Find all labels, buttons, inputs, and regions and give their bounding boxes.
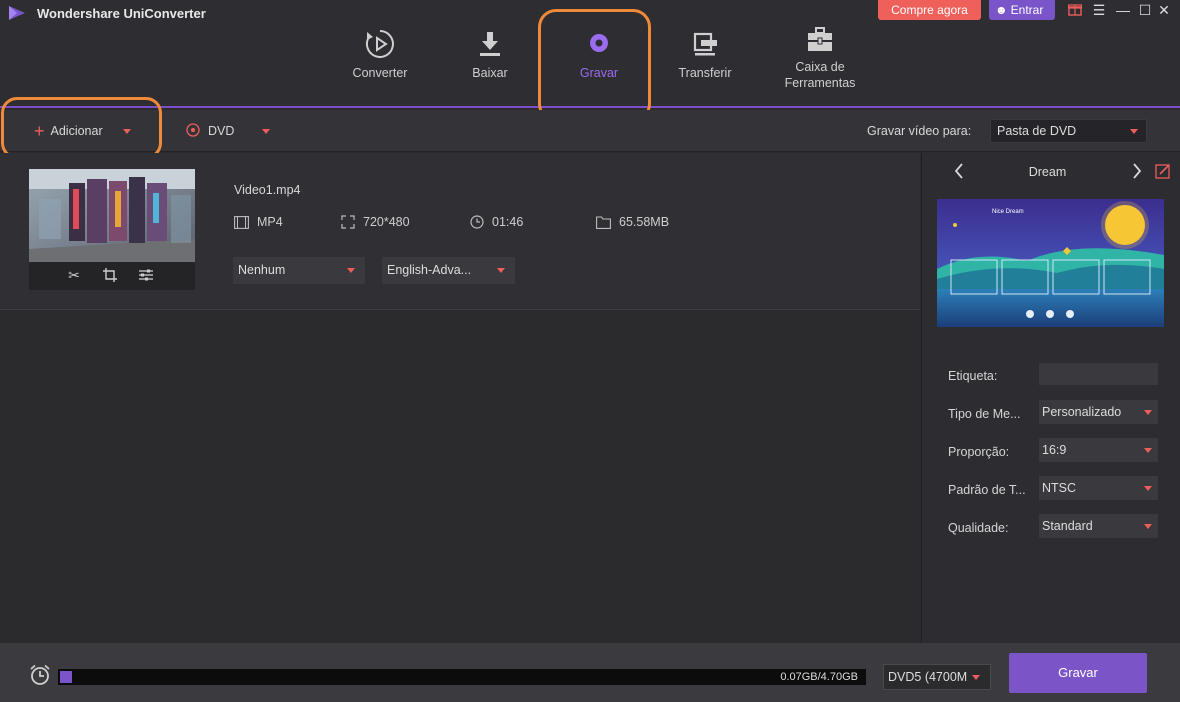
disc-type-dropdown[interactable] — [262, 110, 270, 152]
disc-capacity-bar: 0.07GB/4.70GB — [58, 669, 866, 685]
chevron-down-icon — [972, 675, 980, 680]
chevron-right-icon — [1133, 163, 1142, 179]
app-logo-icon — [9, 6, 25, 20]
schedule-alarm-icon[interactable] — [29, 664, 51, 689]
disc-size-value: DVD5 (4700M — [888, 670, 968, 684]
audio-track-value: English-Adva... — [387, 263, 472, 277]
tab-converter[interactable]: Converter — [344, 28, 416, 80]
highlight-ring-burn-tab — [538, 9, 651, 122]
video-size: 65.58MB — [596, 215, 669, 229]
bottom-bar: 0.07GB/4.70GB DVD5 (4700M Gravar — [0, 643, 1180, 702]
login-label: Entrar — [1010, 3, 1044, 17]
convert-icon — [366, 30, 394, 58]
menu-type-select[interactable]: Personalizado — [1039, 400, 1158, 424]
chevron-down-icon — [1130, 129, 1138, 134]
tab-transfer-label: Transferir — [678, 66, 732, 80]
app-title: Wondershare UniConverter — [37, 6, 206, 21]
user-icon: ☻ — [995, 3, 1008, 17]
clock-icon — [470, 215, 484, 229]
video-format: MP4 — [234, 215, 283, 229]
tv-standard-label: Padrão de T... — [948, 483, 1026, 497]
chevron-down-icon — [497, 268, 505, 273]
video-size-value: 65.58MB — [619, 215, 670, 229]
template-panel: Dream Nice Dream Etiqueta: Tipo de Me...… — [921, 153, 1180, 643]
resolution-icon — [341, 215, 355, 229]
tab-toolbox[interactable]: Caixa de Ferramentas — [778, 26, 862, 90]
video-thumbnail[interactable]: ✂ — [29, 169, 195, 290]
tab-toolbox-label: Caixa de — [795, 60, 845, 74]
folder-icon — [596, 216, 611, 229]
template-preview[interactable]: Nice Dream — [937, 199, 1164, 327]
login-button[interactable]: ☻ Entrar — [989, 0, 1055, 20]
maximize-icon[interactable]: ☐ — [1137, 2, 1153, 18]
quality-value: Standard — [1042, 519, 1093, 533]
disc-capacity-fill — [60, 671, 72, 683]
disc-type-button[interactable]: DVD — [186, 110, 234, 152]
menu-type-value: Personalizado — [1042, 405, 1122, 419]
label-input[interactable] — [1039, 363, 1158, 385]
disc-icon — [186, 123, 200, 137]
file-list-item: ✂ Video1.mp4 MP4 720*480 01:46 65.58MB N… — [0, 153, 920, 310]
toolbox-icon — [808, 27, 832, 51]
tab-transfer[interactable]: Transferir — [672, 28, 738, 80]
edit-template-button[interactable] — [1155, 163, 1171, 184]
disc-size-select[interactable]: DVD5 (4700M — [883, 664, 991, 690]
output-target-value: Pasta de DVD — [997, 124, 1077, 138]
download-icon — [480, 32, 500, 56]
menu-icon[interactable]: ☰ — [1091, 2, 1107, 18]
chevron-down-icon — [1144, 486, 1152, 491]
video-duration-value: 01:46 — [492, 215, 524, 229]
video-resolution: 720*480 — [341, 215, 410, 229]
file-list: ✂ Video1.mp4 MP4 720*480 01:46 65.58MB N… — [0, 153, 920, 643]
gift-icon[interactable] — [1067, 2, 1083, 18]
disc-type-label: DVD — [208, 124, 235, 138]
menu-type-label: Tipo de Me... — [948, 407, 1021, 421]
video-resolution-value: 720*480 — [363, 215, 410, 229]
close-icon[interactable]: ✕ — [1156, 2, 1172, 18]
tab-toolbox-label-line2: Ferramentas — [784, 76, 856, 90]
output-target-label: Gravar vídeo para: — [867, 124, 972, 138]
disc-capacity-text: 0.07GB/4.70GB — [780, 671, 858, 683]
tab-download-label: Baixar — [472, 66, 508, 80]
audio-track-select[interactable]: English-Adva... — [382, 257, 515, 284]
next-template-button[interactable] — [1132, 163, 1142, 184]
template-preview-title: Nice Dream — [992, 209, 1024, 215]
trim-icon[interactable]: ✂ — [65, 267, 83, 285]
aspect-ratio-value: 16:9 — [1042, 443, 1067, 457]
output-target-select[interactable]: Pasta de DVD — [990, 119, 1147, 143]
chevron-down-icon — [1144, 410, 1152, 415]
burn-button[interactable]: Gravar — [1009, 653, 1147, 693]
chevron-down-icon — [1144, 448, 1152, 453]
film-icon — [234, 216, 249, 229]
tv-standard-value: NTSC — [1042, 481, 1077, 495]
transfer-icon — [693, 32, 717, 56]
video-thumbnail-image — [29, 169, 195, 262]
quality-select[interactable]: Standard — [1039, 514, 1158, 538]
tv-standard-select[interactable]: NTSC — [1039, 476, 1158, 500]
aspect-ratio-label: Proporção: — [948, 445, 1010, 459]
tab-download[interactable]: Baixar — [460, 28, 520, 80]
subtitle-select[interactable]: Nenhum — [233, 257, 365, 284]
highlight-ring-add-button — [1, 97, 162, 159]
chevron-down-icon — [262, 129, 270, 135]
edit-icon — [1155, 164, 1170, 179]
thumbnail-toolbar: ✂ — [29, 262, 195, 290]
tab-converter-label: Converter — [352, 66, 408, 80]
quality-label: Qualidade: — [948, 521, 1009, 535]
chevron-down-icon — [347, 268, 355, 273]
label-field-label: Etiqueta: — [948, 369, 998, 383]
crop-icon[interactable] — [101, 267, 119, 285]
aspect-ratio-select[interactable]: 16:9 — [1039, 438, 1158, 462]
minimize-icon[interactable]: — — [1115, 2, 1131, 18]
chevron-down-icon — [1144, 524, 1152, 529]
buy-now-button[interactable]: Compre agora — [878, 0, 981, 20]
video-filename: Video1.mp4 — [234, 183, 301, 197]
effects-icon[interactable] — [137, 267, 155, 285]
video-duration: 01:46 — [470, 215, 523, 229]
subtitle-value: Nenhum — [238, 263, 286, 277]
video-format-value: MP4 — [257, 215, 283, 229]
